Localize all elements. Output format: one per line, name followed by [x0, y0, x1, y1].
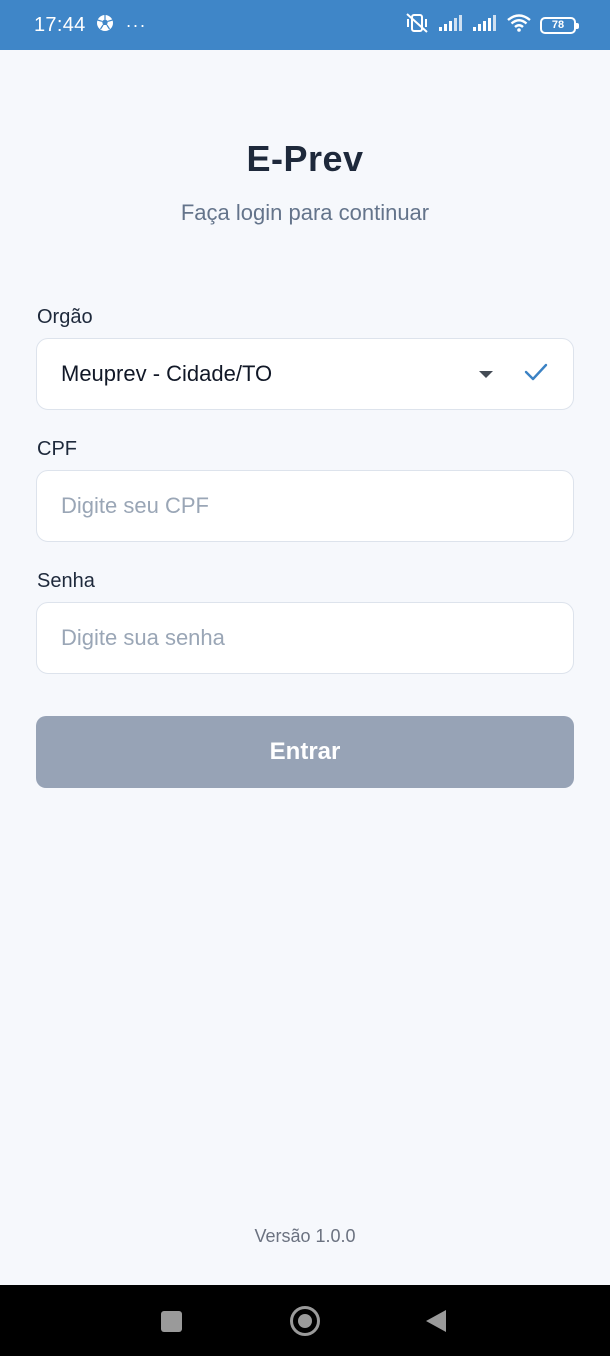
status-bar-left: 17:44 ··· [34, 14, 147, 37]
navigation-bar [0, 1285, 610, 1356]
app-title: E-Prev [246, 138, 364, 179]
dropdown-caret-icon[interactable] [479, 370, 493, 378]
status-bar-right: 78 [404, 12, 579, 39]
more-notifications-icon: ··· [125, 14, 147, 35]
signal-icon [438, 13, 464, 38]
home-icon[interactable] [290, 1306, 320, 1336]
status-time: 17:44 [34, 13, 86, 36]
orgao-label: Orgão [37, 306, 93, 328]
login-subtitle: Faça login para continuar [180, 200, 430, 225]
cpf-field-container [36, 470, 574, 542]
orgao-select[interactable]: Meuprev - Cidade/TO [36, 338, 574, 410]
senha-label: Senha [37, 570, 95, 592]
back-icon[interactable] [426, 1310, 446, 1332]
vibrate-off-icon [404, 12, 430, 39]
entrar-button[interactable]: Entrar [36, 716, 574, 788]
recent-apps-icon[interactable] [161, 1311, 182, 1332]
battery-icon: 78 [540, 16, 579, 34]
cpf-input[interactable] [61, 493, 549, 519]
senha-input[interactable] [61, 625, 549, 651]
signal-icon [472, 13, 498, 38]
app-version: Versão 1.0.0 [254, 1226, 356, 1246]
senha-field-container [36, 602, 574, 674]
check-icon [523, 359, 549, 390]
cpf-label: CPF [37, 438, 77, 460]
wifi-icon [506, 13, 532, 38]
soccer-ball-icon [96, 14, 114, 37]
battery-level: 78 [551, 19, 565, 31]
orgao-selected-value: Meuprev - Cidade/TO [61, 361, 273, 386]
status-bar: 17:44 ··· 78 [0, 0, 610, 50]
